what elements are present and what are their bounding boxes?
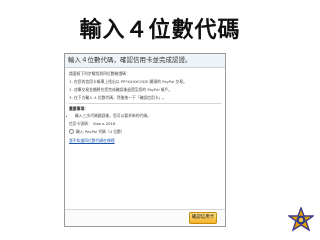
code-input-row[interactable]: 輸入 PayPal 代碼（4 位數） <box>69 129 221 134</box>
panel-body: 請遵照下列步驟找到四位數驗證碼： 在您的信用卡帳單上找出以 PP*XXXXCOD… <box>65 68 225 146</box>
slide-title: 輸入４位數代碼 <box>79 18 241 43</box>
card-number: 信用卡號碼： Visa x-2016 <box>69 121 221 126</box>
help-link[interactable]: 我不知道四位數代碼在哪裡 <box>69 138 221 143</box>
important-item: 輸入三次代碼錯誤後，您可以要求新的代碼。 <box>75 113 221 118</box>
code-input-label: 輸入 PayPal 代碼（4 位數） <box>76 129 125 134</box>
panel-header: 輸入４位數代碼，確認信用卡並完成認證。 <box>65 54 225 68</box>
step-3: 在下方輸入 4 位數代碼，然後按一下「確認信用卡」。 <box>74 95 221 100</box>
instructions-intro: 請遵照下列步驟找到四位數驗證碼： <box>69 71 130 76</box>
card-number-label: 信用卡號碼： <box>69 121 92 126</box>
step-1: 在您的信用卡帳單上找出以 PP*XXXXCODE 開頭的 PayPal 交易。 <box>74 79 221 84</box>
star-logo-icon <box>288 207 314 232</box>
important-list: 輸入三次代碼錯誤後，您可以要求新的代碼。 <box>69 113 221 118</box>
card-number-value: Visa x-2016 <box>93 121 116 126</box>
confirm-card-button[interactable]: 確認信用卡 <box>189 212 217 224</box>
step-2: 這筆交易金額將在您完成確認後退還至您的 PayPal 帳戶。 <box>74 87 221 92</box>
important-section: 重要事項： 輸入三次代碼錯誤後，您可以要求新的代碼。 信用卡號碼： Visa x… <box>69 103 221 143</box>
instruction-steps: 在您的信用卡帳單上找出以 PP*XXXXCODE 開頭的 PayPal 交易。 … <box>69 79 221 100</box>
paypal-confirm-card-panel: 輸入４位數代碼，確認信用卡並完成認證。 請遵照下列步驟找到四位數驗證碼： 在您的… <box>64 53 226 227</box>
important-title: 重要事項： <box>69 106 88 111</box>
radio-icon[interactable] <box>69 129 74 134</box>
panel-footer: 確認信用卡 <box>65 209 225 226</box>
